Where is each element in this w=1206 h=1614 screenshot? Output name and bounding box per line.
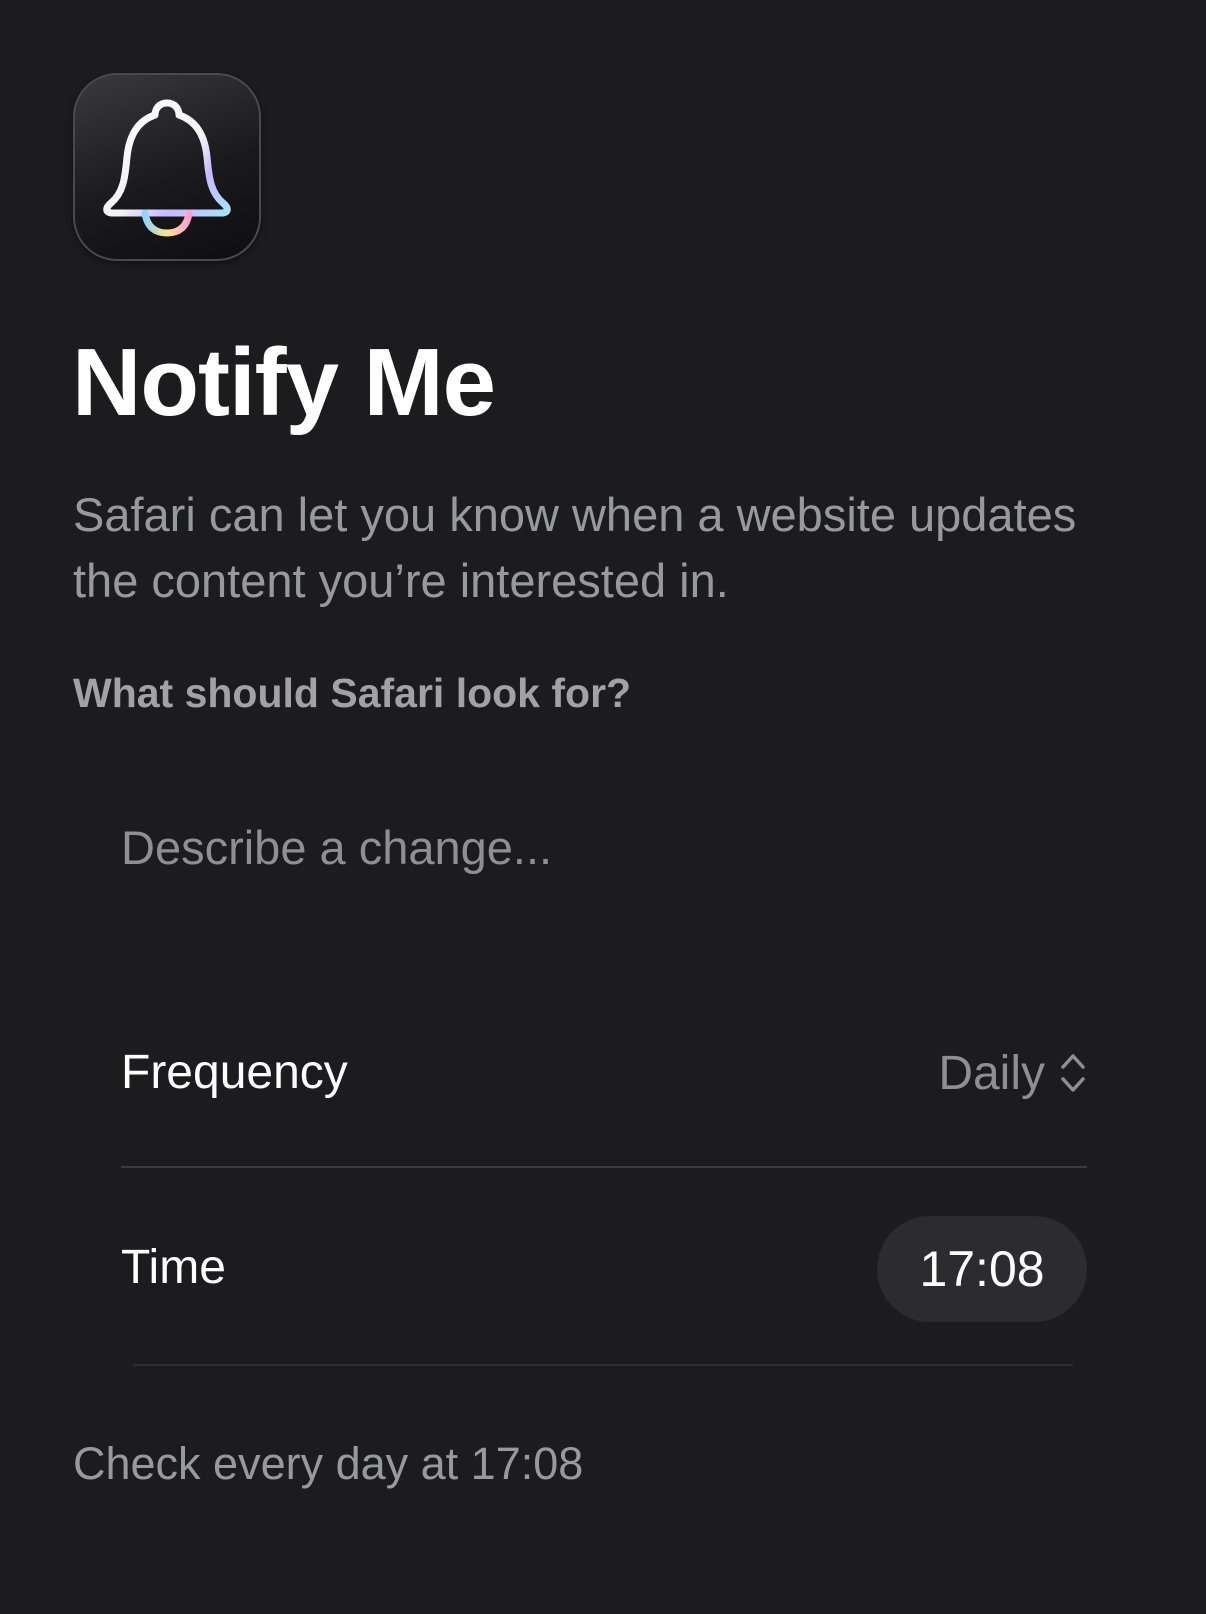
bell-icon	[103, 99, 231, 237]
describe-change-input[interactable]	[121, 812, 1081, 882]
time-picker-button[interactable]: 17:08	[877, 1216, 1087, 1322]
chevron-updown-icon	[1061, 1054, 1085, 1092]
frequency-select[interactable]: Daily	[938, 1018, 1087, 1128]
app-icon	[73, 73, 261, 261]
row-divider	[133, 1364, 1073, 1366]
time-label: Time	[121, 1241, 226, 1294]
time-row: Time 17:08	[121, 1213, 1087, 1323]
row-divider	[121, 1166, 1087, 1168]
schedule-summary: Check every day at 17:08	[73, 1438, 584, 1489]
frequency-label: Frequency	[121, 1046, 348, 1099]
frequency-row: Frequency Daily	[121, 1018, 1087, 1128]
page-description: Safari can let you know when a website u…	[73, 488, 1077, 607]
frequency-value: Daily	[938, 1046, 1045, 1100]
look-for-label: What should Safari look for?	[73, 670, 632, 716]
page-title: Notify Me	[72, 329, 496, 436]
